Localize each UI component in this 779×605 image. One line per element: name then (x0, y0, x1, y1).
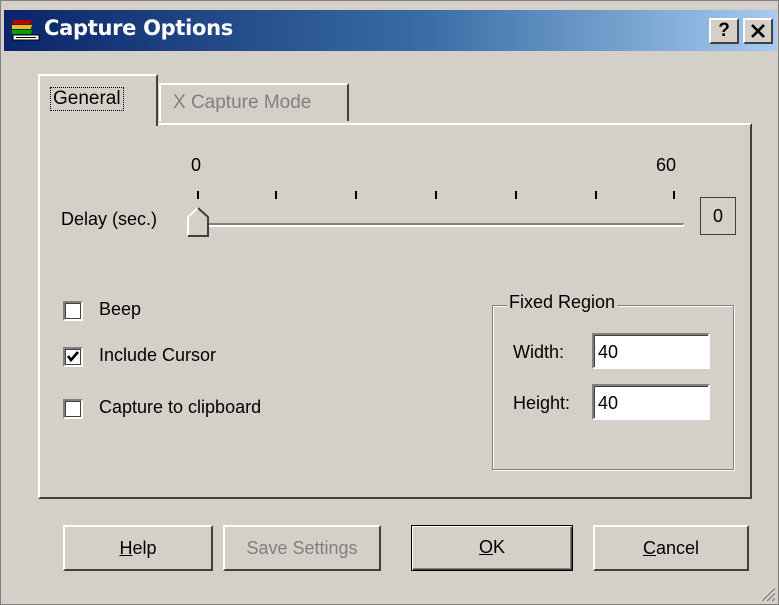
resize-grip-icon[interactable] (758, 584, 776, 602)
capture-to-clipboard-label[interactable]: Capture to clipboard (99, 397, 261, 418)
save-settings-button[interactable]: Save Settings (223, 525, 381, 571)
delay-slider-track[interactable] (197, 223, 684, 227)
beep-label[interactable]: Beep (99, 299, 141, 320)
ok-button-accel: O (478, 537, 493, 557)
tab-capture-mode[interactable]: X Capture Mode (159, 83, 349, 121)
slider-tick (595, 191, 597, 199)
slider-tick (515, 191, 517, 199)
slider-min-label: 0 (191, 155, 202, 175)
delay-label: Delay (sec.) (61, 209, 158, 229)
slider-tick (355, 191, 357, 199)
include-cursor-checkbox[interactable] (63, 347, 83, 367)
help-button-label: elp (132, 538, 157, 558)
tab-general-label: General (50, 87, 124, 111)
help-button-accel: H (119, 538, 133, 558)
capture-options-dialog: Capture Options ? General X Capture Mode… (0, 0, 779, 605)
tab-capture-mode-label: X Capture Mode (173, 92, 312, 113)
width-input[interactable]: 40 (592, 333, 710, 369)
slider-tick (435, 191, 437, 199)
close-icon (751, 24, 765, 38)
cancel-button-accel: C (642, 538, 656, 558)
fixed-region-title: Fixed Region (507, 292, 618, 313)
window-title: Capture Options (44, 16, 234, 40)
delay-slider-thumb[interactable] (187, 207, 209, 237)
slider-tick (197, 191, 199, 199)
beep-checkbox[interactable] (63, 301, 83, 321)
title-help-button[interactable]: ? (709, 18, 739, 44)
checkmark-icon (66, 351, 79, 363)
ok-button-label: K (493, 537, 506, 557)
capture-to-clipboard-checkbox[interactable] (63, 399, 83, 419)
title-bar[interactable]: Capture Options ? (4, 10, 777, 51)
slider-tick (673, 191, 675, 199)
close-button[interactable] (743, 18, 773, 44)
stacked-books-icon (12, 20, 40, 41)
height-input[interactable]: 40 (592, 384, 710, 420)
ok-button[interactable]: OK (411, 525, 573, 571)
height-label: Height: (513, 393, 571, 413)
include-cursor-label[interactable]: Include Cursor (99, 345, 216, 366)
slider-tick (275, 191, 277, 199)
tab-general[interactable]: General (38, 74, 158, 126)
help-button[interactable]: Help (63, 525, 213, 571)
slider-max-label: 60 (656, 155, 677, 175)
cancel-button[interactable]: Cancel (593, 525, 749, 571)
cancel-button-label: ancel (655, 538, 700, 558)
width-label: Width: (513, 342, 565, 362)
delay-value-box: 0 (700, 197, 736, 235)
